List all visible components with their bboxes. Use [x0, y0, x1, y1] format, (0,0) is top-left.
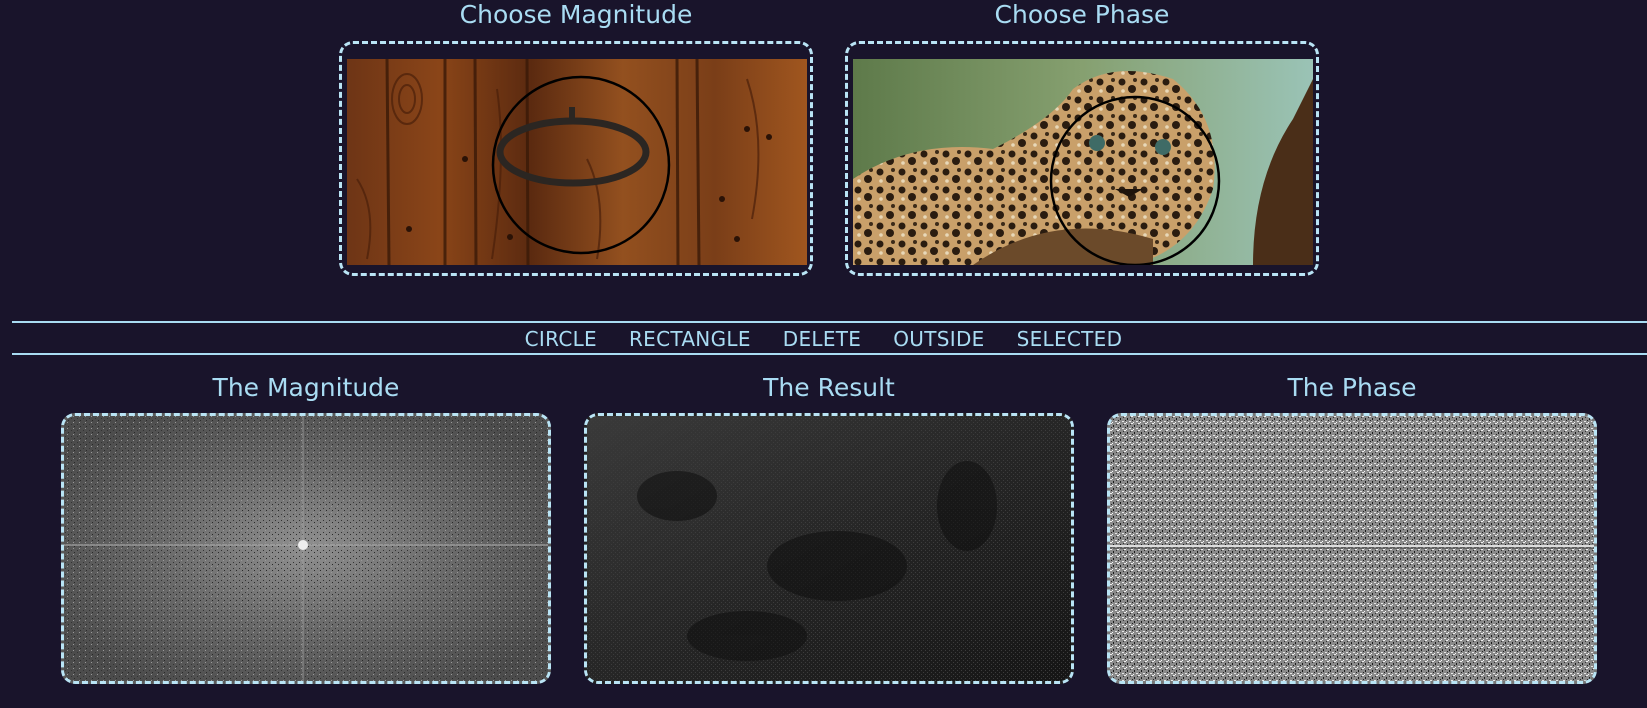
- choose-magnitude-title: Choose Magnitude: [459, 0, 693, 29]
- phase-spectrum-frame: [1107, 413, 1597, 684]
- magnitude-source-image[interactable]: [347, 59, 807, 265]
- the-result-title: The Result: [763, 373, 895, 402]
- the-phase-title: The Phase: [1287, 373, 1417, 402]
- phase-image-frame[interactable]: [845, 41, 1319, 276]
- rectangle-button[interactable]: RECTANGLE: [613, 327, 767, 351]
- toolbar-divider-bottom: [12, 353, 1647, 355]
- phase-source-image[interactable]: [853, 59, 1313, 265]
- shape-toolbar: CIRCLE RECTANGLE DELETE OUTSIDE SELECTED: [0, 325, 1647, 353]
- delete-button[interactable]: DELETE: [767, 327, 877, 351]
- selected-button[interactable]: SELECTED: [1001, 327, 1139, 351]
- result-frame: [584, 413, 1074, 684]
- magnitude-spectrum-frame: [61, 413, 551, 684]
- toolbar-divider-top: [12, 321, 1647, 323]
- the-magnitude-title: The Magnitude: [212, 373, 400, 402]
- magnitude-image-frame[interactable]: [339, 41, 813, 276]
- phase-spectrum-image: [1110, 416, 1594, 681]
- outside-button[interactable]: OUTSIDE: [877, 327, 1000, 351]
- circle-button[interactable]: CIRCLE: [509, 327, 613, 351]
- magnitude-spectrum-image: [64, 416, 548, 681]
- result-image: [587, 416, 1071, 681]
- choose-phase-title: Choose Phase: [994, 0, 1170, 29]
